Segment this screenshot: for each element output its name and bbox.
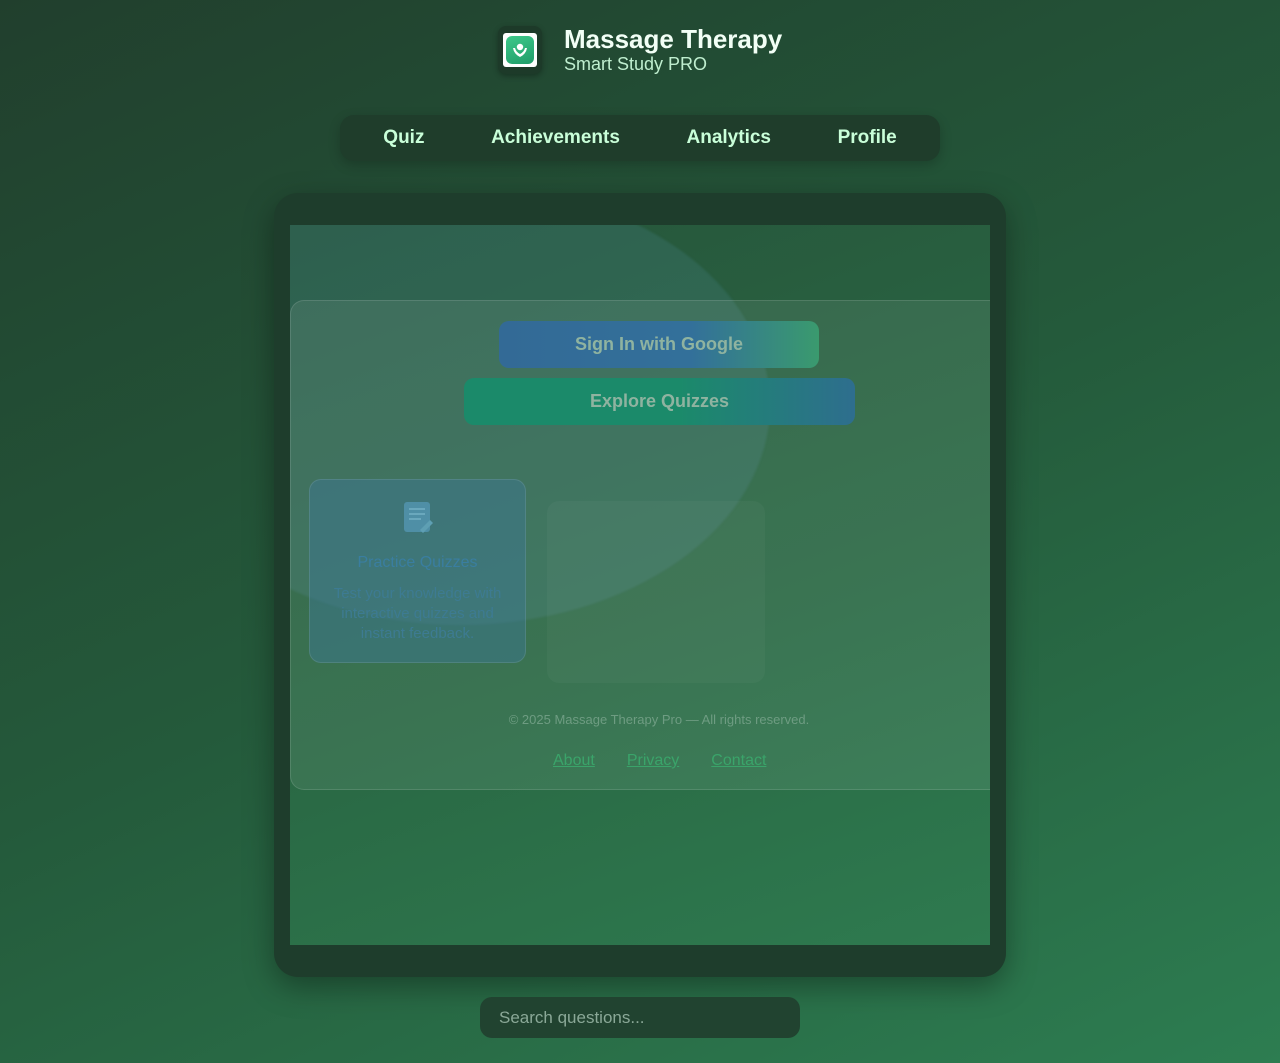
- main-nav: Quiz Achievements Analytics Profile: [340, 115, 940, 161]
- footer-link-contact[interactable]: Contact: [711, 752, 766, 770]
- app-logo: [498, 26, 542, 74]
- app-header: Massage Therapy Smart Study PRO: [498, 25, 782, 75]
- search-input[interactable]: [480, 997, 800, 1038]
- device-frame: Sign In with Google Explore Quizzes Prac…: [274, 193, 1006, 977]
- nav-item-profile[interactable]: Profile: [824, 119, 911, 157]
- google-sign-in-button[interactable]: Sign In with Google: [499, 321, 819, 368]
- feature-card-placeholder: [547, 501, 765, 683]
- massage-hands-icon: [506, 36, 534, 64]
- app-title: Massage Therapy: [564, 24, 783, 54]
- feature-description: Test your knowledge with interactive qui…: [333, 585, 502, 642]
- nav-item-analytics[interactable]: Analytics: [673, 119, 785, 157]
- nav-item-achievements[interactable]: Achievements: [477, 119, 634, 157]
- app-screen: Sign In with Google Explore Quizzes Prac…: [290, 225, 990, 945]
- footer-link-privacy[interactable]: Privacy: [627, 752, 679, 770]
- feature-card-practice-quizzes[interactable]: Practice Quizzes Test your knowledge wit…: [309, 479, 526, 663]
- app-subtitle: Smart Study PRO: [564, 54, 708, 74]
- footer-links: About Privacy Contact: [553, 752, 766, 770]
- welcome-card: Sign In with Google Explore Quizzes Prac…: [290, 300, 990, 790]
- explore-quizzes-button[interactable]: Explore Quizzes: [464, 378, 855, 425]
- copyright-text: © 2025 Massage Therapy Pro — All rights …: [508, 712, 810, 727]
- feature-title: Practice Quizzes: [357, 554, 478, 571]
- nav-item-quiz[interactable]: Quiz: [369, 119, 438, 157]
- memo-icon: [403, 502, 433, 533]
- footer-link-about[interactable]: About: [553, 752, 595, 770]
